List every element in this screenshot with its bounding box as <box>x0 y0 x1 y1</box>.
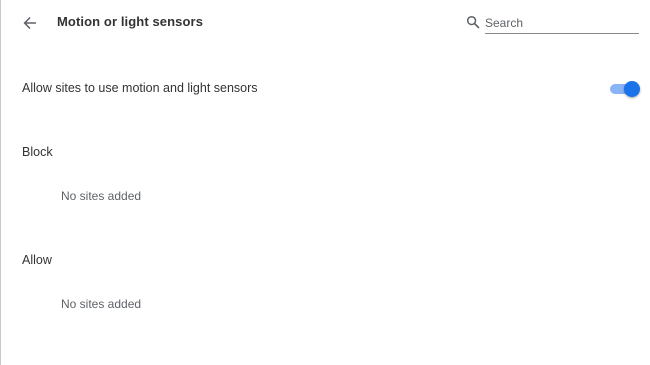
search-input[interactable] <box>485 12 639 34</box>
allow-sensors-toggle[interactable] <box>608 81 640 97</box>
page-title: Motion or light sensors <box>57 14 204 29</box>
search-icon <box>466 15 480 29</box>
page-header: Motion or light sensors <box>1 0 650 46</box>
allow-section-heading: Allow <box>22 253 52 267</box>
block-empty-text: No sites added <box>61 189 142 203</box>
arrow-back-icon <box>23 17 36 29</box>
allow-sensors-label: Allow sites to use motion and light sens… <box>22 81 258 95</box>
back-button[interactable] <box>18 11 42 35</box>
allow-sensors-setting-row[interactable]: Allow sites to use motion and light sens… <box>1 76 650 102</box>
block-section-heading: Block <box>22 145 53 159</box>
search-field[interactable] <box>466 12 640 34</box>
settings-page: Motion or light sensors Allow sites to u… <box>0 0 650 365</box>
toggle-knob <box>624 81 640 97</box>
allow-empty-text: No sites added <box>61 297 142 311</box>
